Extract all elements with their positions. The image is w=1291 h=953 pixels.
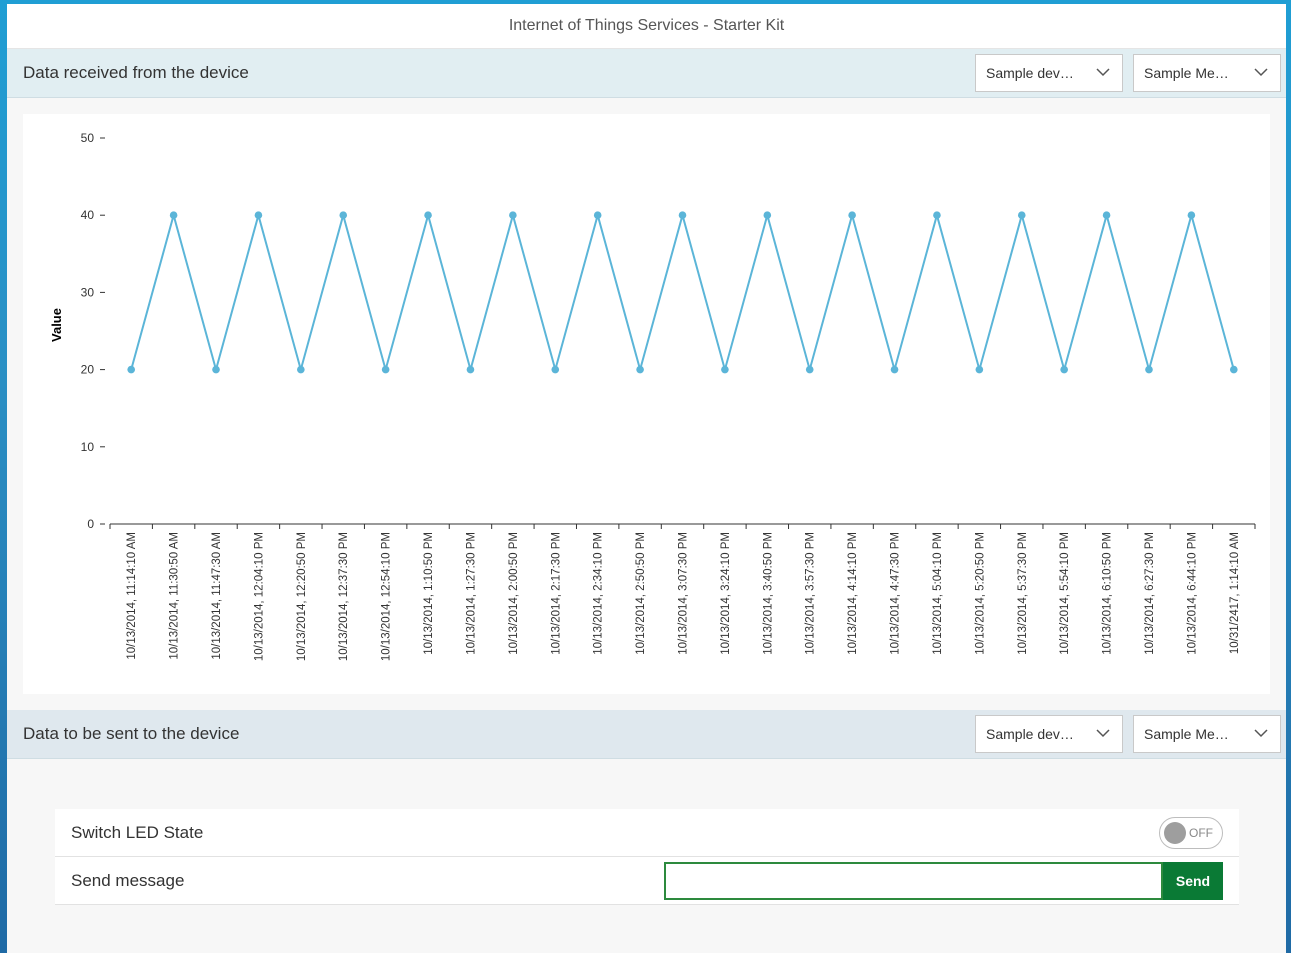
data-point [381,365,390,374]
data-point [212,365,220,374]
data-point [127,365,136,374]
sent-message-select[interactable]: Sample Me… [1133,715,1281,753]
data-point [678,211,687,219]
data-point [424,211,432,219]
x-tick-label: 10/13/2014, 12:37:30 PM [338,532,350,661]
message-input[interactable] [664,862,1163,900]
data-point [805,365,814,374]
x-tick-label: 10/13/2014, 5:37:30 PM [1017,532,1029,655]
data-point [509,211,517,219]
send-button[interactable]: Send [1163,862,1223,900]
x-tick-label: 10/13/2014, 12:04:10 PM [253,532,265,661]
data-point [933,211,941,219]
data-point [593,211,602,219]
x-tick-label: 10/13/2014, 6:27:30 PM [1144,532,1156,655]
x-tick-label: 10/13/2014, 2:17:30 PM [550,532,562,655]
x-tick-label: 10/13/2014, 6:44:10 PM [1186,532,1198,655]
data-point [254,211,263,219]
data-point [721,365,729,374]
data-point [1229,365,1238,374]
data-point [169,211,178,219]
x-tick-label: 10/31/2417, 1:14:10 AM [1229,532,1241,654]
received-section-header: Data received from the device Sample dev… [7,49,1286,98]
sent-device-select[interactable]: Sample dev… [975,715,1123,753]
x-tick-label: 10/13/2014, 4:14:10 PM [847,532,859,655]
chevron-down-icon [1096,68,1110,77]
x-tick-label: 10/13/2014, 2:34:10 PM [593,532,605,655]
chevron-down-icon [1254,68,1268,77]
y-tick-label: 40 [81,208,95,222]
data-point [763,211,772,219]
data-point [466,365,475,374]
data-point [975,365,984,374]
switch-led-label: Switch LED State [71,822,204,842]
switch-led-row: Switch LED State OFF [55,809,1239,857]
toggle-knob [1164,822,1186,844]
app-header: Internet of Things Services - Starter Ki… [7,4,1286,49]
y-tick-label: 20 [81,363,95,377]
sent-device-select-value: Sample dev… [986,726,1074,742]
send-controls-panel: Switch LED State OFF Send message Send [55,809,1239,905]
send-message-row: Send message Send [55,857,1239,905]
received-section-title: Data received from the device [23,63,249,82]
x-tick-label: 10/13/2014, 5:54:10 PM [1059,532,1071,655]
y-tick-label: 30 [81,285,95,299]
x-tick-label: 10/13/2014, 5:20:50 PM [974,532,986,655]
received-message-select-value: Sample Me… [1144,65,1229,81]
x-tick-label: 10/13/2014, 6:10:50 PM [1102,532,1114,655]
data-point [1187,211,1196,219]
line-chart: 0 10 20 30 40 50 Value 10/13/2014, 11:14:10 AM 1… [49,131,1256,661]
data-point [297,365,305,374]
x-tick-label: 10/13/2014, 3:24:10 PM [720,532,732,655]
data-point [1145,365,1153,374]
y-axis-label: Value [49,308,64,342]
data-point [1102,211,1111,219]
x-tick-label: 10/13/2014, 12:54:10 PM [381,532,393,661]
x-tick-label: 10/13/2014, 12:20:50 PM [296,532,308,661]
x-tick-label: 10/13/2014, 1:10:50 PM [423,532,435,655]
page-title: Internet of Things Services - Starter Ki… [508,17,785,34]
data-point [848,211,856,219]
data-point [551,365,560,374]
send-message-label: Send message [71,870,185,890]
x-tick-label: 10/13/2014, 11:14:10 AM [126,532,138,660]
x-tick-label: 10/13/2014, 11:30:50 AM [169,532,181,660]
data-point [890,365,899,374]
data-point [1017,211,1026,219]
x-tick-label: 10/13/2014, 5:04:10 PM [932,532,944,655]
toggle-state-text: OFF [1189,826,1213,840]
x-tick-label: 10/13/2014, 1:27:30 PM [465,532,477,655]
sent-section-title: Data to be sent to the device [23,724,240,743]
app-window: Internet of Things Services - Starter Ki… [7,4,1286,953]
x-tick-label: 10/13/2014, 2:50:50 PM [635,532,647,655]
sent-message-select-value: Sample Me… [1144,726,1229,742]
received-device-select[interactable]: Sample dev… [975,54,1123,92]
led-toggle-switch[interactable]: OFF [1159,817,1223,849]
x-tick-label: 10/13/2014, 2:00:50 PM [508,532,520,655]
sent-section: Data to be sent to the device Sample dev… [7,710,1286,759]
x-tick-label: 10/13/2014, 3:57:30 PM [805,532,817,655]
y-tick-label: 0 [87,517,94,531]
sent-section-header: Data to be sent to the device Sample dev… [7,710,1286,759]
chart-panel: 0 10 20 30 40 50 Value 10/13/2014, 11:14:10 AM 1… [23,114,1270,694]
y-tick-label: 50 [81,131,95,145]
chevron-down-icon [1096,729,1110,738]
data-point [339,211,348,219]
y-tick-label: 10 [81,440,95,454]
data-point [636,365,644,374]
series-line [130,211,1235,374]
received-device-select-value: Sample dev… [986,65,1074,81]
data-point [1060,365,1068,374]
chevron-down-icon [1254,729,1268,738]
received-message-select[interactable]: Sample Me… [1133,54,1281,92]
x-tick-label: 10/13/2014, 11:47:30 AM [211,532,223,660]
x-tick-label: 10/13/2014, 3:07:30 PM [678,532,690,655]
x-tick-label: 10/13/2014, 4:47:30 PM [890,532,902,655]
x-tick-label: 10/13/2014, 3:40:50 PM [762,532,774,655]
